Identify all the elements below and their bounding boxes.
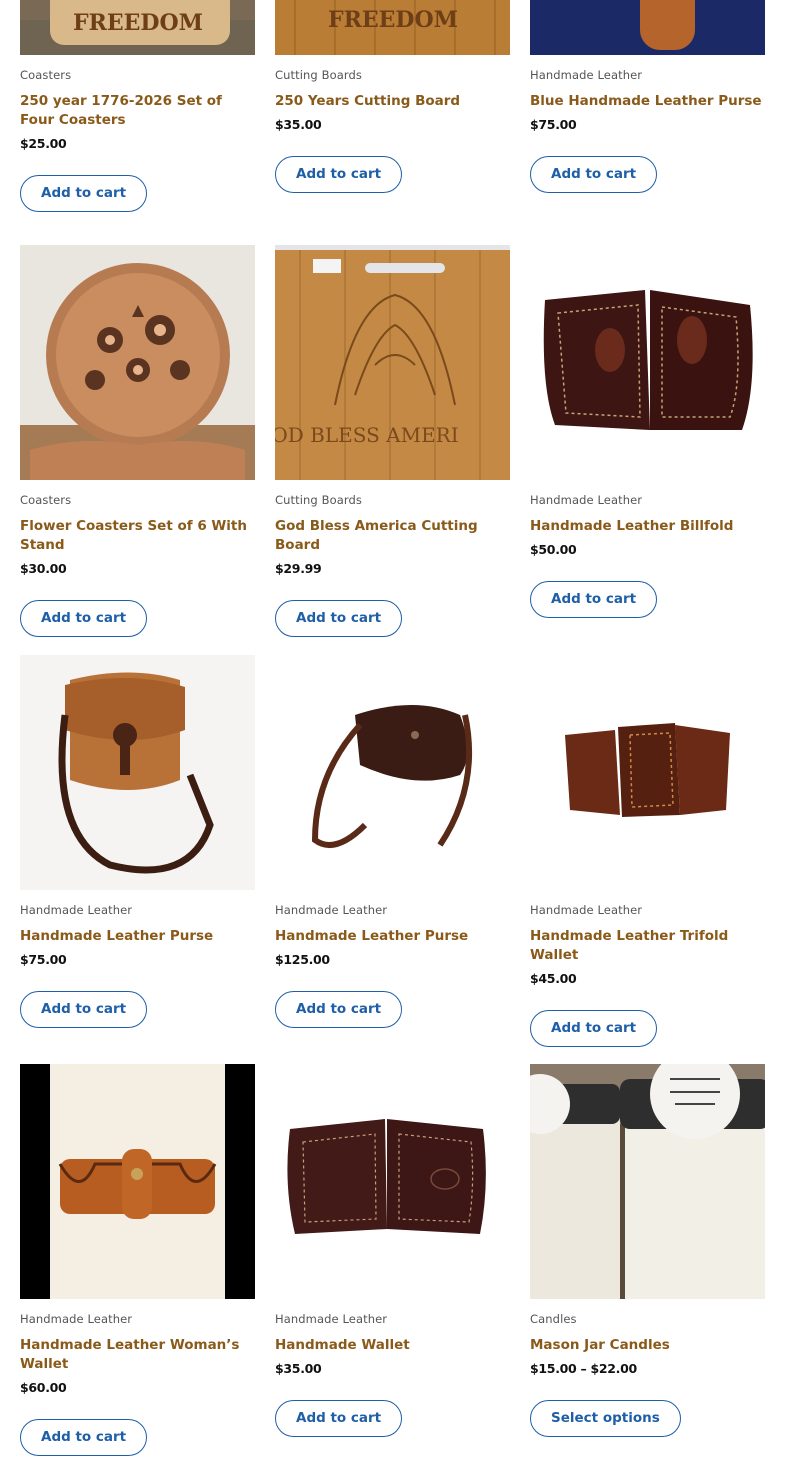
product-category: Handmade Leather xyxy=(275,1312,388,1326)
product-title[interactable]: God Bless America Cutting Board xyxy=(275,517,510,555)
product-card: GOD BLESS AMERI Cutting Boards God Bless… xyxy=(275,245,510,637)
product-card: FREEDOM Coasters 250 year 1776-2026 Set … xyxy=(20,0,255,212)
product-category: Handmade Leather xyxy=(20,1312,133,1326)
product-category: Handmade Leather xyxy=(275,903,388,917)
add-to-cart-button[interactable]: Add to cart xyxy=(20,175,148,212)
add-to-cart-button[interactable]: Add to cart xyxy=(275,991,403,1028)
product-title[interactable]: Handmade Leather Purse xyxy=(275,927,510,946)
product-image-coasters-freedom[interactable]: FREEDOM xyxy=(20,0,255,55)
product-card: Handmade Leather Handmade Leather Billfo… xyxy=(530,245,765,618)
product-price: $60.00 xyxy=(20,1380,67,1395)
product-title[interactable]: Handmade Leather Woman’s Wallet xyxy=(20,1336,255,1374)
product-title[interactable]: 250 Years Cutting Board xyxy=(275,92,510,111)
product-title[interactable]: Handmade Wallet xyxy=(275,1336,510,1355)
add-to-cart-button[interactable]: Add to cart xyxy=(275,1400,403,1437)
product-image-leather-purse-tan[interactable] xyxy=(20,655,255,890)
freedom-engraving: FREEDOM xyxy=(328,7,458,33)
product-title[interactable]: Blue Handmade Leather Purse xyxy=(530,92,765,111)
product-price: $29.99 xyxy=(275,561,322,576)
product-price: $15.00 – $22.00 xyxy=(530,1361,637,1376)
add-to-cart-button[interactable]: Add to cart xyxy=(530,156,658,193)
add-to-cart-button[interactable]: Add to cart xyxy=(275,600,403,637)
product-price: $25.00 xyxy=(20,136,67,151)
product-price: $35.00 xyxy=(275,1361,322,1376)
product-category: Handmade Leather xyxy=(530,68,643,82)
product-price: $125.00 xyxy=(275,952,330,967)
product-title[interactable]: Flower Coasters Set of 6 With Stand xyxy=(20,517,255,555)
product-category: Handmade Leather xyxy=(530,493,643,507)
product-category: Cutting Boards xyxy=(275,493,362,507)
product-card: Handmade Leather Blue Handmade Leather P… xyxy=(530,0,765,193)
add-to-cart-button[interactable]: Add to cart xyxy=(530,1010,658,1047)
add-to-cart-button[interactable]: Add to cart xyxy=(20,600,148,637)
product-category: Coasters xyxy=(20,68,72,82)
add-to-cart-button[interactable]: Add to cart xyxy=(275,156,403,193)
product-title[interactable]: Handmade Leather Billfold xyxy=(530,517,765,536)
product-price: $45.00 xyxy=(530,971,577,986)
product-card: Handmade Leather Handmade Leather Purse … xyxy=(20,655,255,1028)
product-image-mason-jar-candles[interactable] xyxy=(530,1064,765,1299)
add-to-cart-button[interactable]: Add to cart xyxy=(530,581,658,618)
product-category: Handmade Leather xyxy=(20,903,133,917)
add-to-cart-button[interactable]: Add to cart xyxy=(20,1419,148,1456)
product-category: Cutting Boards xyxy=(275,68,362,82)
product-price: $75.00 xyxy=(530,117,577,132)
product-category: Candles xyxy=(530,1312,577,1326)
product-image-leather-purse-brown[interactable] xyxy=(275,655,510,890)
product-image-billfold[interactable] xyxy=(530,245,765,480)
product-category: Coasters xyxy=(20,493,72,507)
select-options-button[interactable]: Select options xyxy=(530,1400,681,1437)
product-image-god-bless-board[interactable]: GOD BLESS AMERI xyxy=(275,245,510,480)
freedom-engraving: FREEDOM xyxy=(73,10,203,36)
product-category: Handmade Leather xyxy=(530,903,643,917)
add-to-cart-button[interactable]: Add to cart xyxy=(20,991,148,1028)
product-image-blue-purse[interactable] xyxy=(530,0,765,55)
product-card: Handmade Leather Handmade Leather Woman’… xyxy=(20,1064,255,1456)
god-bless-engraving: GOD BLESS AMERI xyxy=(275,423,459,447)
product-title[interactable]: 250 year 1776-2026 Set of Four Coasters xyxy=(20,92,255,130)
product-price: $35.00 xyxy=(275,117,322,132)
product-title[interactable]: Mason Jar Candles xyxy=(530,1336,765,1355)
product-image-trifold-wallet[interactable] xyxy=(530,655,765,890)
product-price: $50.00 xyxy=(530,542,577,557)
product-card: Handmade Leather Handmade Leather Trifol… xyxy=(530,655,765,1047)
product-image-flower-coasters[interactable] xyxy=(20,245,255,480)
product-image-cutting-board-250[interactable]: FREEDOM xyxy=(275,0,510,55)
product-card: Coasters Flower Coasters Set of 6 With S… xyxy=(20,245,255,637)
product-card: Handmade Leather Handmade Leather Purse … xyxy=(275,655,510,1028)
product-title[interactable]: Handmade Leather Purse xyxy=(20,927,255,946)
product-title[interactable]: Handmade Leather Trifold Wallet xyxy=(530,927,765,965)
product-image-womans-wallet[interactable] xyxy=(20,1064,255,1299)
product-card: FREEDOM Cutting Boards 250 Years Cutting… xyxy=(275,0,510,193)
product-image-handmade-wallet[interactable] xyxy=(275,1064,510,1299)
product-price: $75.00 xyxy=(20,952,67,967)
product-price: $30.00 xyxy=(20,561,67,576)
product-card: Handmade Leather Handmade Wallet $35.00 … xyxy=(275,1064,510,1437)
product-card: Candles Mason Jar Candles $15.00 – $22.0… xyxy=(530,1064,765,1437)
